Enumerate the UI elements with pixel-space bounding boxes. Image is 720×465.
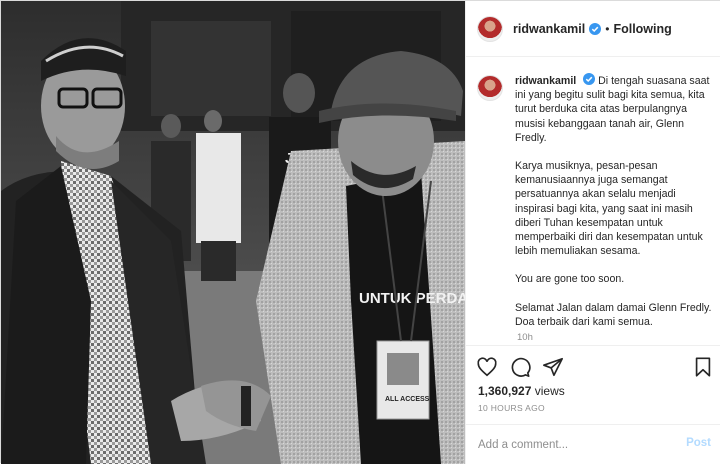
- views-number: 1,360,927: [478, 384, 532, 398]
- views-count: 1,360,927 views: [478, 384, 565, 398]
- post-caption: ridwankamil Di tengah suasana saat ini y…: [477, 73, 715, 343]
- post-photo[interactable]: JAZZ UNTUK PERDAMAIAN ALL ACCESS: [1, 1, 465, 464]
- instagram-post-modal: JAZZ UNTUK PERDAMAIAN ALL ACCESS: [0, 0, 720, 464]
- heart-icon[interactable]: [476, 356, 498, 378]
- caption-paragraph-2: Karya musiknya, pesan-pesan kemanusiaann…: [515, 160, 703, 258]
- header-separator: •: [605, 21, 610, 36]
- caption-username[interactable]: ridwankamil: [515, 75, 576, 87]
- avatar[interactable]: [477, 15, 503, 42]
- caption-text: ridwankamil Di tengah suasana saat ini y…: [515, 73, 715, 343]
- caption-paragraph-3: You are gone too soon.: [515, 273, 625, 286]
- caption-avatar[interactable]: [477, 75, 503, 101]
- paper-plane-icon[interactable]: [542, 356, 564, 378]
- post-header: ridwankamil • Following: [466, 1, 720, 57]
- post-actions: 1,360,927 views 10 HOURS AGO Post: [466, 345, 720, 464]
- post-photo-image: JAZZ UNTUK PERDAMAIAN ALL ACCESS: [1, 1, 465, 464]
- caption-relative-time: 10h: [517, 332, 533, 343]
- post-comment-button[interactable]: Post: [686, 437, 711, 449]
- bookmark-icon[interactable]: [692, 356, 714, 378]
- post-sidebar: ridwankamil • Following ridwankamil Di t…: [465, 1, 720, 464]
- photo-shirt-text: UNTUK PERDAMAIAN: [359, 290, 465, 307]
- photo-pass-text: ALL ACCESS: [385, 396, 430, 403]
- post-time-ago: 10 HOURS AGO: [478, 403, 545, 413]
- views-label: views: [534, 384, 565, 398]
- comment-icon[interactable]: [509, 356, 531, 378]
- verified-badge-icon: [583, 73, 596, 85]
- caption-paragraph: ridwankamil Di tengah suasana saat ini y…: [515, 73, 715, 145]
- action-icons: [476, 356, 716, 380]
- comment-box: Post: [466, 424, 720, 465]
- comment-input[interactable]: [478, 436, 668, 454]
- header-username[interactable]: ridwankamil: [513, 22, 585, 36]
- caption-paragraph-4: Selamat Jalan dalam damai Glenn Fredly. …: [515, 301, 712, 328]
- following-button[interactable]: Following: [613, 22, 671, 36]
- verified-badge-icon: [589, 22, 602, 35]
